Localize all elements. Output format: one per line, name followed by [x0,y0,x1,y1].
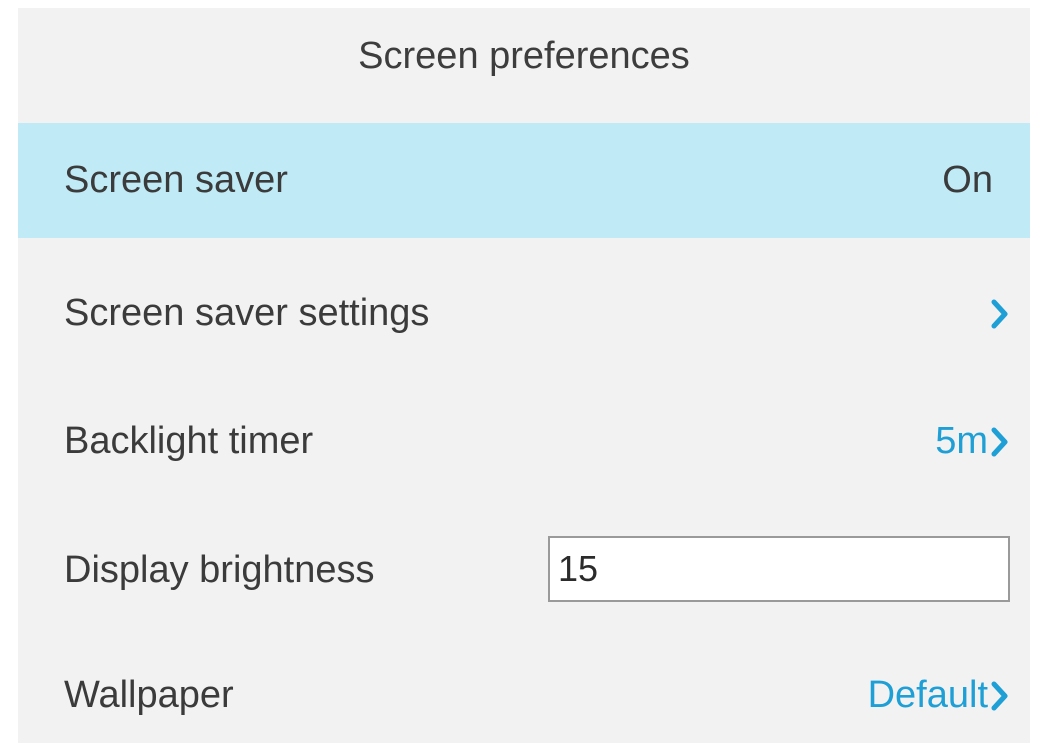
screen-preferences-panel: Screen preferences Screen saver On Scree… [18,8,1030,743]
screen-saver-label: Screen saver [64,159,288,201]
wallpaper-label: Wallpaper [64,674,234,716]
row-display-brightness: Display brightness [18,513,1030,628]
row-backlight-timer[interactable]: Backlight timer 5m [18,384,1030,499]
backlight-timer-nav: 5m [935,384,1010,499]
screen-saver-settings-label: Screen saver settings [64,292,430,334]
screen-frame: Screen preferences Screen saver On Scree… [0,0,1042,751]
display-brightness-label: Display brightness [64,549,375,591]
backlight-timer-label: Backlight timer [64,420,314,462]
chevron-right-icon [991,299,1008,328]
row-wallpaper[interactable]: Wallpaper Default [18,638,1030,753]
wallpaper-nav: Default [868,638,1010,753]
row-screen-saver-settings[interactable]: Screen saver settings [18,256,1030,371]
chevron-right-icon [991,681,1008,710]
wallpaper-value: Default [867,674,988,716]
screen-saver-value: On [942,159,993,201]
chevron-right-icon [991,427,1008,456]
backlight-timer-value: 5m [935,420,988,462]
screen-saver-settings-nav [990,256,1010,371]
row-screen-saver[interactable]: Screen saver On [18,123,1030,238]
display-brightness-input[interactable] [548,536,1010,602]
page-title: Screen preferences [358,35,690,77]
